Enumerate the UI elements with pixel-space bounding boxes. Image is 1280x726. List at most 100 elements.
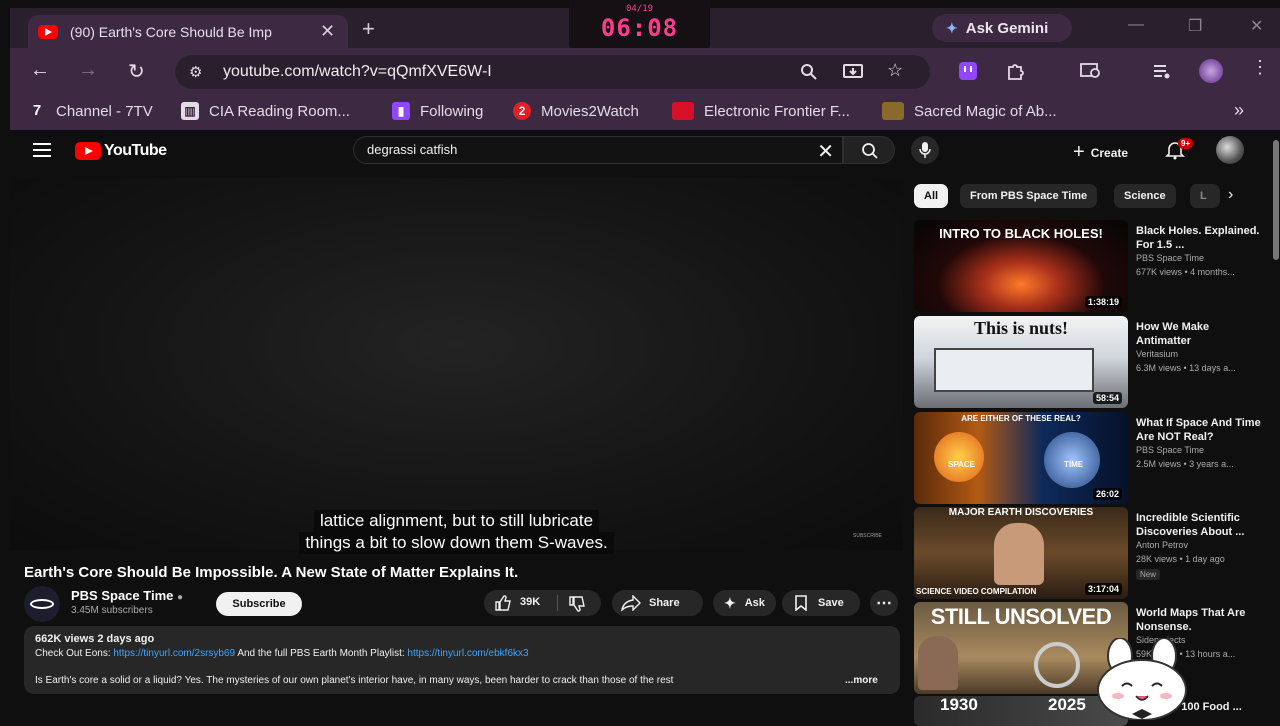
chip-truncated[interactable]: L — [1190, 184, 1220, 208]
thumbnail-text: STILL UNSOLVED — [930, 604, 1112, 629]
description-box[interactable]: 662K views 2 days ago Check Out Eons: ht… — [24, 626, 900, 694]
page-scrollbar[interactable] — [1273, 140, 1279, 260]
bookmark-label: Sacred Magic of Ab... — [914, 102, 1057, 120]
recommendation-item[interactable]: INTRO TO BLACK HOLES! 1:38:19 Black Hole… — [914, 220, 1269, 312]
site-info-icon[interactable]: ⚙ — [189, 63, 202, 81]
video-duration: 58:54 — [1092, 392, 1122, 404]
thumbs-down-icon — [569, 596, 585, 612]
twitch-extension-icon[interactable] — [958, 61, 978, 81]
bookmark-star-icon[interactable]: ☆ — [887, 60, 903, 81]
back-icon[interactable]: ← — [30, 59, 50, 82]
bookmark-item[interactable]: ▮ Following — [392, 102, 483, 120]
create-button[interactable]: + Create — [1073, 141, 1128, 164]
more-actions-icon[interactable]: ⋯ — [870, 590, 898, 616]
profile-avatar-icon[interactable] — [1199, 59, 1223, 83]
channel-avatar[interactable] — [24, 586, 60, 622]
ask-label: Ask — [744, 597, 765, 609]
media-controls-icon[interactable] — [1152, 61, 1172, 81]
recommendation-item[interactable]: This is nuts! 58:54 How We Make Antimatt… — [914, 316, 1269, 408]
video-duration: 3:17:04 — [1084, 583, 1122, 595]
video-thumbnail[interactable]: This is nuts! 58:54 — [914, 316, 1128, 408]
video-captions: lattice alignment, but to still lubricat… — [10, 510, 903, 554]
tab-title: (90) Earth's Core Should Be Imp — [70, 23, 272, 40]
chip-science[interactable]: Science — [1114, 184, 1176, 208]
rec-stats: 6.3M views • 13 days a... — [1136, 363, 1236, 373]
bookmark-item[interactable]: 2 Movies2Watch — [513, 102, 639, 120]
youtube-play-icon — [75, 142, 101, 160]
rec-stats: 28K views • 1 day ago — [1136, 554, 1225, 564]
create-label: Create — [1090, 145, 1129, 160]
bookmark-item[interactable]: Electronic Frontier F... — [672, 102, 850, 120]
presenter-graphic — [994, 523, 1044, 585]
rec-title: How We Make Antimatter — [1136, 321, 1210, 347]
video-thumbnail[interactable]: MAJOR EARTH DISCOVERIES SCIENCE VIDEO CO… — [914, 507, 1128, 599]
playlist-link[interactable]: https://tinyurl.com/ebkf6kx3 — [407, 648, 528, 659]
youtube-logo[interactable]: YouTube — [75, 142, 167, 160]
cast-search-icon[interactable] — [1080, 61, 1100, 81]
hamburger-menu-icon[interactable] — [33, 143, 51, 157]
bookmark-item[interactable]: Sacred Magic of Ab... — [882, 102, 1057, 120]
clear-search-icon[interactable]: ✕ — [817, 139, 834, 164]
url-text[interactable]: youtube.com/watch?v=qQmfXVE6W-I — [223, 63, 492, 81]
video-thumbnail[interactable]: ARE EITHER OF THESE REAL? SPACE TIME 26:… — [914, 412, 1128, 504]
video-thumbnail[interactable]: INTRO TO BLACK HOLES! 1:38:19 — [914, 220, 1128, 312]
restore-icon[interactable]: ❐ — [1188, 16, 1202, 36]
youtube-favicon-icon — [38, 24, 58, 39]
eons-link[interactable]: https://tinyurl.com/2srsyb69 — [113, 648, 235, 659]
tab-close-icon[interactable]: ✕ — [320, 21, 335, 42]
chips-next-icon[interactable]: › — [1228, 186, 1233, 204]
more-link[interactable]: ...more — [845, 675, 878, 686]
tab-strip: (90) Earth's Core Should Be Imp ✕ + 04/1… — [10, 0, 1280, 49]
ask-button[interactable]: ✦ Ask — [713, 590, 776, 616]
extensions-puzzle-icon[interactable] — [1006, 61, 1026, 81]
browser-toolbar: ← → ↻ ⚙ youtube.com/watch?v=qQmfXVE6W-I … — [10, 48, 1280, 94]
bookmarks-bar: 7 Channel - 7TV ▥ CIA Reading Room... ▮ … — [10, 94, 1280, 130]
dislike-button[interactable] — [568, 595, 586, 616]
year-left-label: 1930 — [940, 696, 978, 714]
window-close-icon[interactable]: ✕ — [1250, 16, 1263, 36]
youtube-logo-text: YouTube — [104, 142, 167, 159]
bookmark-item[interactable]: ▥ CIA Reading Room... — [181, 102, 350, 120]
account-avatar[interactable] — [1216, 136, 1244, 164]
install-app-icon[interactable] — [843, 63, 863, 86]
menu-kebab-icon[interactable]: ⋮ — [1250, 57, 1270, 77]
minimize-icon[interactable]: — — [1128, 16, 1144, 34]
description-text: And the full PBS Earth Month Playlist: — [235, 648, 408, 659]
save-button[interactable]: Save — [782, 590, 860, 616]
share-button[interactable]: Share — [612, 590, 703, 616]
youtube-page: YouTube degrassi catfish ✕ + Create 9+ l… — [10, 130, 1280, 726]
subscribe-button[interactable]: Subscribe — [216, 592, 302, 616]
description-line: Check Out Eons: https://tinyurl.com/2srs… — [35, 648, 529, 659]
ask-gemini-button[interactable]: ✦ Ask Gemini — [932, 14, 1072, 42]
video-player[interactable] — [10, 178, 903, 550]
plus-icon: + — [1073, 141, 1085, 163]
7tv-icon: 7 — [32, 102, 42, 119]
search-button[interactable] — [843, 136, 895, 164]
search-input[interactable]: degrassi catfish ✕ — [353, 136, 843, 164]
bookmarks-overflow-icon[interactable]: » — [1234, 100, 1244, 121]
forward-icon[interactable]: → — [78, 59, 98, 82]
new-tab-button[interactable]: + — [362, 16, 375, 42]
search-query[interactable]: degrassi catfish — [367, 142, 457, 157]
twitch-icon: ▮ — [392, 102, 410, 120]
video-title: Earth's Core Should Be Impossible. A New… — [24, 564, 519, 581]
voice-search-button[interactable] — [911, 136, 939, 164]
chip-all[interactable]: All — [914, 184, 949, 208]
description-line: Is Earth's core a solid or a liquid? Yes… — [35, 675, 674, 686]
rec-title: What If Space And Time Are NOT Real? — [1136, 417, 1261, 443]
like-button[interactable] — [494, 594, 512, 615]
subscribe-watermark[interactable]: SUBSCRIBE — [853, 533, 882, 539]
address-bar[interactable]: ⚙ youtube.com/watch?v=qQmfXVE6W-I ☆ — [175, 55, 930, 89]
tab-active[interactable]: (90) Earth's Core Should Be Imp ✕ — [28, 15, 348, 48]
share-icon — [621, 595, 641, 611]
magnifier-graphic — [1034, 642, 1080, 688]
recommendation-item[interactable]: MAJOR EARTH DISCOVERIES SCIENCE VIDEO CO… — [914, 507, 1269, 599]
recommendation-item[interactable]: ARE EITHER OF THESE REAL? SPACE TIME 26:… — [914, 412, 1269, 504]
reload-icon[interactable]: ↻ — [128, 59, 145, 84]
bookmark-item[interactable]: 7 Channel - 7TV — [28, 102, 153, 120]
channel-name[interactable]: PBS Space Time ● — [71, 588, 183, 603]
rec-channel: PBS Space Time — [1136, 253, 1205, 263]
thumbnail-text: This is nuts! — [973, 318, 1069, 338]
chip-from-channel[interactable]: From PBS Space Time — [960, 184, 1098, 208]
zoom-icon[interactable] — [800, 63, 818, 86]
